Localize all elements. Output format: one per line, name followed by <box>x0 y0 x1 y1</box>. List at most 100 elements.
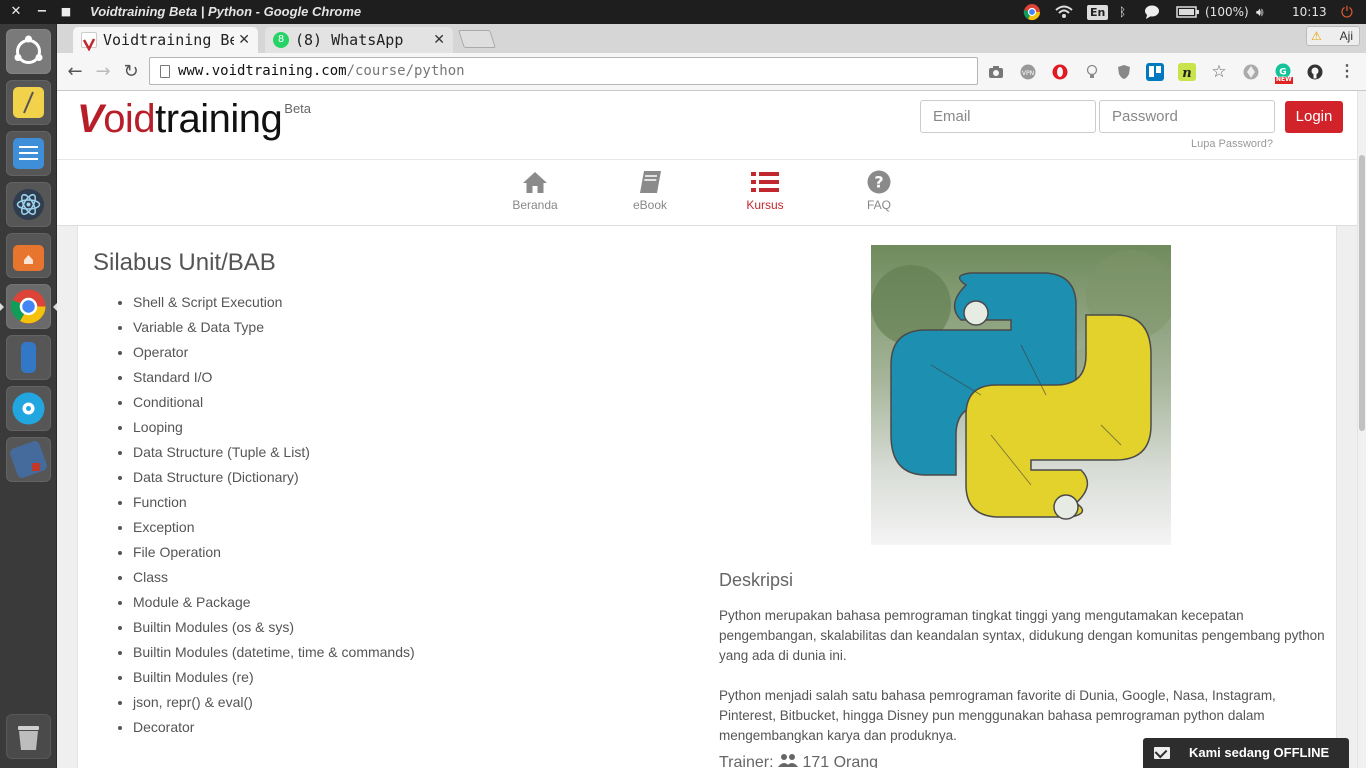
nav-item-label: Beranda <box>512 198 558 212</box>
screenshot-extension-icon[interactable] <box>987 63 1005 81</box>
syllabus-item: Builtin Modules (re) <box>133 667 415 692</box>
book-icon[interactable] <box>6 437 51 482</box>
syllabus-item: Module & Package <box>133 592 415 617</box>
syllabus-item: json, repr() & eval() <box>133 692 415 717</box>
address-bar[interactable]: www.voidtraining.com/course/python <box>149 57 978 85</box>
keyboard-layout-indicator[interactable]: En <box>1087 0 1109 24</box>
list-icon <box>751 172 779 192</box>
lightbulb-extension-icon[interactable] <box>1083 63 1101 81</box>
site-header: Voidtraining Beta Email Password Login Lu… <box>57 91 1357 160</box>
syllabus-item: Builtin Modules (os & sys) <box>133 617 415 642</box>
description-paragraph-1: Python merupakan bahasa pemrograman ting… <box>719 608 1325 663</box>
trello-extension-icon[interactable] <box>1146 63 1164 81</box>
warning-icon: ⚠ <box>1311 29 1322 43</box>
syllabus-item: Operator <box>133 342 415 367</box>
trainer-line: Trainer: 171 Orang <box>719 753 878 768</box>
nav-item-beranda[interactable]: Beranda <box>490 170 580 212</box>
trainer-count: 171 Orang <box>802 754 879 768</box>
tab-voidtraining[interactable]: Voidtraining Be ✕ <box>73 27 258 53</box>
chrome-tray-icon[interactable] <box>1023 0 1043 24</box>
page-info-icon[interactable] <box>160 65 170 78</box>
launcher-active-indicator <box>0 303 4 311</box>
login-button[interactable]: Login <box>1285 101 1343 133</box>
syllabus-item: Data Structure (Dictionary) <box>133 467 415 492</box>
back-button[interactable]: ← <box>63 60 87 84</box>
files-icon[interactable] <box>6 233 51 278</box>
notes-icon[interactable] <box>6 80 51 125</box>
bluetooth-icon[interactable]: ᛒ <box>1119 0 1133 24</box>
n-extension-icon[interactable]: n <box>1178 63 1196 81</box>
syllabus-item: Variable & Data Type <box>133 317 415 342</box>
chrome-menu-icon[interactable]: ⋮ <box>1338 63 1356 81</box>
forgot-password-link[interactable]: Lupa Password? <box>1191 138 1273 150</box>
trainer-label: Trainer: <box>719 754 774 768</box>
battery-percentage: (100%) <box>1205 5 1249 19</box>
window-maximize-button[interactable]: ■ <box>58 0 74 24</box>
password-input[interactable]: Password <box>1099 100 1275 133</box>
reload-button[interactable]: ↻ <box>119 60 143 84</box>
os-top-panel: ✕ − ■ Voidtraining Beta | Python - Googl… <box>0 0 1366 24</box>
power-icon[interactable]: ⏻ <box>1341 0 1357 24</box>
profile-button[interactable]: ⚠ Aji <box>1306 26 1360 46</box>
forward-button[interactable]: → <box>91 60 115 84</box>
chat-widget[interactable]: Kami sedang OFFLINE <box>1143 738 1349 768</box>
syllabus-item: File Operation <box>133 542 415 567</box>
text-editor-icon[interactable] <box>6 131 51 176</box>
atom-icon[interactable] <box>6 182 51 227</box>
mail-icon <box>1154 747 1170 759</box>
browser-toolbar: ← → ↻ www.voidtraining.com/course/python… <box>57 53 1366 91</box>
tab-label: (8) WhatsApp <box>295 31 404 49</box>
trash-icon[interactable] <box>6 714 51 759</box>
messaging-icon[interactable] <box>1144 0 1164 24</box>
chat-status-label: Kami sedang OFFLINE <box>1189 745 1330 760</box>
syllabus-item: Conditional <box>133 392 415 417</box>
unity-launcher <box>0 24 57 768</box>
new-tab-button[interactable] <box>458 30 496 48</box>
email-input[interactable]: Email <box>920 100 1096 133</box>
ubuntu-dash-icon[interactable] <box>6 29 51 74</box>
users-icon <box>777 754 798 767</box>
browser-tab-strip: Voidtraining Be ✕ 8 (8) WhatsApp ✕ ⚠ Aji <box>57 24 1366 53</box>
shield-extension-icon[interactable] <box>1115 63 1133 81</box>
nav-item-kursus[interactable]: Kursus <box>720 170 810 212</box>
clock[interactable]: 10:13 <box>1292 0 1327 24</box>
whatsapp-favicon-icon: 8 <box>273 32 289 48</box>
tab-close-icon[interactable]: ✕ <box>433 27 445 53</box>
home-icon <box>523 172 547 193</box>
syllabus-item: Builtin Modules (datetime, time & comman… <box>133 642 415 667</box>
github-extension-icon[interactable] <box>1306 63 1324 81</box>
adblock-extension-icon[interactable] <box>1242 63 1260 81</box>
svg-text:n: n <box>1182 66 1191 81</box>
new-badge: NEW <box>1276 76 1292 83</box>
bookmark-star-icon[interactable]: ☆ <box>1210 63 1228 81</box>
phone-icon[interactable] <box>6 335 51 380</box>
window-close-button[interactable]: ✕ <box>8 0 24 24</box>
syllabus-item: Data Structure (Tuple & List) <box>133 442 415 467</box>
window-minimize-button[interactable]: − <box>34 0 50 24</box>
volume-icon[interactable]: 🔊︎ <box>1256 0 1276 24</box>
nav-item-label: Kursus <box>746 198 784 212</box>
wifi-icon[interactable] <box>1055 0 1075 24</box>
opera-extension-icon[interactable] <box>1051 63 1069 81</box>
tab-whatsapp[interactable]: 8 (8) WhatsApp ✕ <box>265 27 453 53</box>
syllabus-item: Standard I/O <box>133 367 415 392</box>
grammarly-extension-icon[interactable]: G NEW <box>1274 63 1293 84</box>
tab-close-icon[interactable]: ✕ <box>234 27 250 53</box>
scrollbar-thumb[interactable] <box>1359 155 1365 431</box>
battery-icon[interactable] <box>1176 0 1202 24</box>
page-scrollbar[interactable] <box>1357 91 1366 768</box>
voidtraining-logo[interactable]: Voidtraining Beta <box>77 97 311 142</box>
main-nav: Beranda eBook Kursus ? FAQ <box>57 160 1357 226</box>
disk-icon[interactable] <box>6 386 51 431</box>
python-logo-image <box>871 245 1171 545</box>
syllabus-title: Silabus Unit/BAB <box>93 249 276 276</box>
question-icon: ? <box>867 170 891 194</box>
syllabus-item: Looping <box>133 417 415 442</box>
description-title: Deskripsi <box>719 570 794 590</box>
nav-item-faq[interactable]: ? FAQ <box>834 170 924 212</box>
chrome-icon[interactable] <box>6 284 51 329</box>
nav-item-ebook[interactable]: eBook <box>605 170 695 212</box>
voidtraining-favicon-icon <box>81 32 97 52</box>
vpn-extension-icon[interactable]: VPN <box>1019 63 1037 81</box>
syllabus-item: Function <box>133 492 415 517</box>
